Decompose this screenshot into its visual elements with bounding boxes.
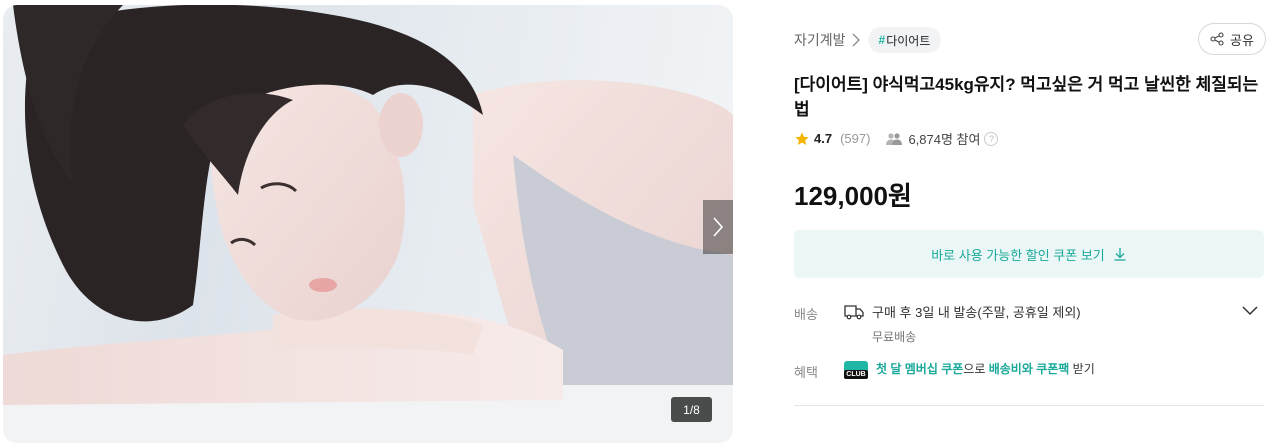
view-coupons-button[interactable]: 바로 사용 가능한 할인 쿠폰 보기 xyxy=(794,230,1264,278)
breadcrumb-category[interactable]: 자기계발 xyxy=(794,30,846,50)
share-icon xyxy=(1210,32,1224,46)
share-button[interactable]: 공유 xyxy=(1198,23,1266,55)
club-badge-text: CLUB xyxy=(844,369,868,379)
tag-label: 다이어트 xyxy=(886,33,931,48)
chevron-right-icon xyxy=(713,217,724,237)
rating-row: 4.7 (597) 6,874명 참여 ? xyxy=(794,129,999,148)
shipping-sub: 무료배송 xyxy=(872,330,917,344)
image-page-counter: 1/8 xyxy=(671,397,712,422)
truck-icon xyxy=(844,304,864,319)
club-badge-icon: CLUB xyxy=(844,360,868,379)
next-image-button[interactable] xyxy=(703,200,733,254)
download-icon xyxy=(1114,248,1126,261)
product-title: [다이어트] 야식먹고45kg유지? 먹고싶은 거 먹고 날씬한 체질되는 법 xyxy=(794,75,1259,119)
shipping-text: 구매 후 3일 내 발송(주말, 공휴일 제외) xyxy=(872,305,1081,320)
product-image-gallery[interactable]: 1/8 xyxy=(3,5,733,443)
product-price: 129,000원 xyxy=(794,181,912,211)
breadcrumb: 자기계발 # 다이어트 xyxy=(794,27,942,53)
benefit-connector: 으로 xyxy=(963,362,989,376)
rating-value: 4.7 xyxy=(814,131,833,146)
benefit-text: 첫 달 멤버십 쿠폰으로 배송비와 쿠폰팩 받기 xyxy=(876,360,1095,377)
benefit-coupon-text: 첫 달 멤버십 쿠폰 xyxy=(876,362,964,376)
benefit-label: 혜택 xyxy=(794,365,818,380)
star-icon xyxy=(795,131,809,145)
benefit-pack-text: 배송비와 쿠폰팩 xyxy=(988,362,1070,376)
divider xyxy=(794,405,1264,406)
benefit-info[interactable]: CLUB 첫 달 멤버십 쿠폰으로 배송비와 쿠폰팩 받기 xyxy=(844,360,1095,379)
review-count[interactable]: (597) xyxy=(840,131,870,146)
shipping-label: 배송 xyxy=(794,307,818,322)
tag-hash: # xyxy=(878,33,886,47)
share-label: 공유 xyxy=(1230,32,1254,48)
shipping-info: 구매 후 3일 내 발송(주말, 공휴일 제외) xyxy=(844,302,1081,321)
help-icon[interactable]: ? xyxy=(984,131,999,146)
chevron-right-icon xyxy=(852,33,860,47)
tag-chip-diet[interactable]: # 다이어트 xyxy=(867,27,942,53)
product-photo xyxy=(3,5,733,443)
product-info-panel: 자기계발 # 다이어트 공유 [다이어트] 야식먹고45kg유지? 먹고싶은 거… xyxy=(794,0,1266,447)
people-icon xyxy=(886,132,903,146)
participant-count: 6,874명 참여 xyxy=(908,132,981,147)
benefit-suffix: 받기 xyxy=(1069,362,1095,376)
coupon-button-label: 바로 사용 가능한 할인 쿠폰 보기 xyxy=(931,247,1105,263)
chevron-down-icon[interactable] xyxy=(1242,306,1258,316)
